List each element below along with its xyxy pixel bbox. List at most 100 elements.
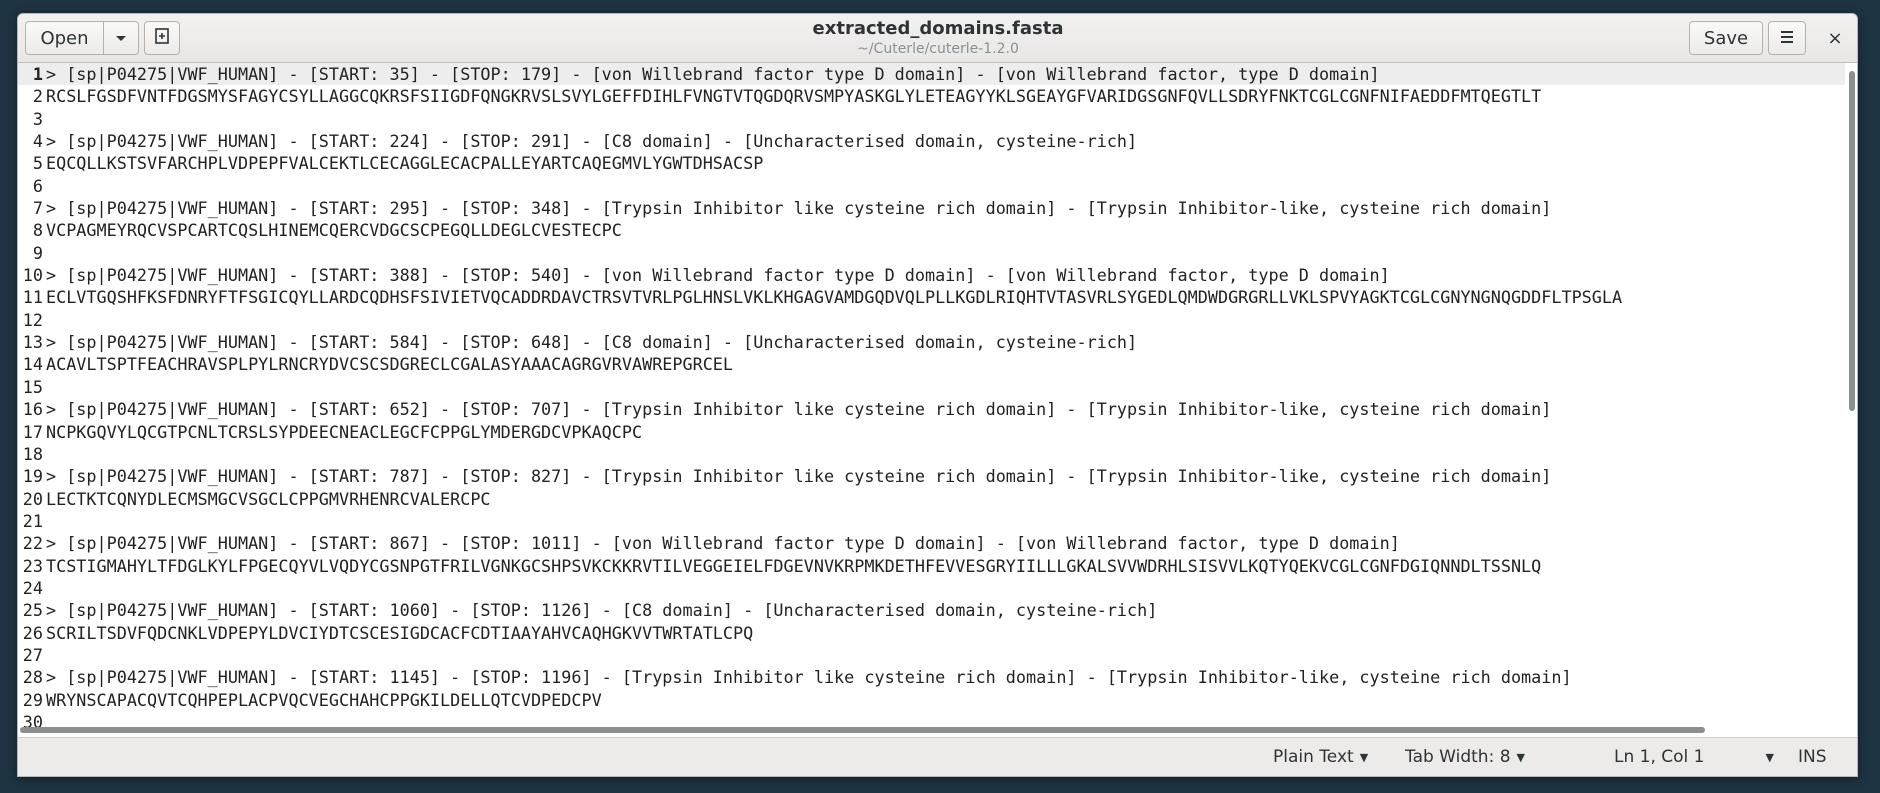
chevron-down-icon: ▼ <box>1516 750 1525 764</box>
line-number: 2 <box>32 86 43 107</box>
close-icon: × <box>1827 27 1843 49</box>
editor-line[interactable]: 27 <box>18 644 1845 666</box>
line-text: NCPKGQVYLQCGTPCNLTCRSLSYPDEECNEACLEGCFCP… <box>46 421 643 442</box>
tab-width-selector[interactable]: Tab Width: 8 ▼ <box>1405 738 1525 776</box>
new-tab-button[interactable] <box>144 21 180 55</box>
main-menu-button[interactable] <box>1768 21 1806 55</box>
editor-line[interactable]: 9 <box>18 242 1845 264</box>
editor-line[interactable]: 28 > [sp|P04275|VWF_HUMAN] - [START: 1145… <box>18 666 1845 688</box>
line-text: ACAVLTSPTFEACHRAVSPLPYLRNCRYDVCSCSDGRECL… <box>46 354 734 375</box>
insert-mode[interactable]: INS <box>1798 738 1827 776</box>
line-text: ECLVTGQSHFKSFDNRYFTFSGICQYLLARDCQDHSFSIV… <box>46 287 1623 308</box>
line-text: SCRILTSDVFQDCNKLVDPEPYLDVCIYDTCSCESIGDCA… <box>46 622 754 643</box>
editor-line[interactable]: 3 <box>18 108 1845 130</box>
line-number: 15 <box>22 376 43 397</box>
vertical-scrollbar[interactable] <box>1849 71 1855 411</box>
editor-line[interactable]: 6 <box>18 175 1845 197</box>
text-editor[interactable]: 1 > [sp|P04275|VWF_HUMAN] - [START: 35] -… <box>18 63 1857 738</box>
editor-line[interactable]: 1 > [sp|P04275|VWF_HUMAN] - [START: 35] -… <box>18 63 1845 86</box>
line-text <box>45 108 1845 130</box>
editor-line[interactable]: 16 > [sp|P04275|VWF_HUMAN] - [START: 652]… <box>18 398 1845 420</box>
line-number: 26 <box>22 622 43 643</box>
line-number: 23 <box>22 555 43 576</box>
line-text <box>45 510 1845 532</box>
line-number: 28 <box>22 667 43 688</box>
new-document-icon <box>153 27 171 50</box>
close-button[interactable]: × <box>1818 21 1852 55</box>
editor-line[interactable]: 22 > [sp|P04275|VWF_HUMAN] - [START: 867]… <box>18 532 1845 554</box>
editor-lines: 1 > [sp|P04275|VWF_HUMAN] - [START: 35] -… <box>18 63 1845 733</box>
line-text <box>45 376 1845 398</box>
line-number: 20 <box>22 488 43 509</box>
open-button-group: Open <box>25 21 139 55</box>
editor-line[interactable]: 23 TCSTIGMAHYLTFDGLKYLFPGECQYVLVQDYCGSNPG… <box>18 555 1845 577</box>
language-label: Plain Text <box>1273 747 1354 767</box>
editor-line[interactable]: 17 NCPKGQVYLQCGTPCNLTCRSLSYPDEECNEACLEGCF… <box>18 421 1845 443</box>
editor-line[interactable]: 10 > [sp|P04275|VWF_HUMAN] - [START: 388]… <box>18 264 1845 286</box>
line-number: 13 <box>22 332 43 353</box>
line-text <box>45 577 1845 599</box>
line-number: 3 <box>32 108 43 129</box>
editor-line[interactable]: 11 ECLVTGQSHFKSFDNRYFTFSGICQYLLARDCQDHSFS… <box>18 286 1845 308</box>
line-text: RCSLFGSDFVNTFDGSMYSFAGYCSYLLAGGCQKRSFSII… <box>46 86 1542 107</box>
line-number: 18 <box>22 443 43 464</box>
open-menu-button[interactable] <box>103 21 139 55</box>
line-number: 14 <box>22 354 43 375</box>
save-button[interactable]: Save <box>1689 21 1763 55</box>
editor-line[interactable]: 5 EQCQLLKSTSVFARCHPLVDPEPFVALCEKTLCECAGGL… <box>18 152 1845 174</box>
editor-line[interactable]: 14 ACAVLTSPTFEACHRAVSPLPYLRNCRYDVCSCSDGRE… <box>18 353 1845 375</box>
line-text <box>45 443 1845 465</box>
line-number: 29 <box>22 689 43 710</box>
editor-line[interactable]: 21 <box>18 510 1845 532</box>
editor-line[interactable]: 18 <box>18 443 1845 465</box>
editor-line[interactable]: 4 > [sp|P04275|VWF_HUMAN] - [START: 224] … <box>18 130 1845 152</box>
window-subtitle: ~/Cuterle/cuterle-1.2.0 <box>857 41 1019 57</box>
line-text: > [sp|P04275|VWF_HUMAN] - [START: 1060] … <box>46 600 1158 621</box>
line-number: 1 <box>32 64 43 84</box>
line-text: > [sp|P04275|VWF_HUMAN] - [START: 1145] … <box>46 667 1572 688</box>
editor-line[interactable]: 29 WRYNSCAPACQVTCQHPEPLACPVQCVEGCHAHCPPGK… <box>18 689 1845 711</box>
chevron-down-icon: ▼ <box>1359 750 1369 764</box>
line-number: 17 <box>22 421 43 442</box>
line-number: 19 <box>22 466 43 487</box>
horizontal-scrollbar[interactable] <box>20 727 1705 733</box>
line-number: 27 <box>22 644 43 665</box>
editor-line[interactable]: 25 > [sp|P04275|VWF_HUMAN] - [START: 1060… <box>18 599 1845 621</box>
line-number: 9 <box>32 242 43 263</box>
line-text <box>45 309 1845 331</box>
editor-line[interactable]: 13 > [sp|P04275|VWF_HUMAN] - [START: 584]… <box>18 331 1845 353</box>
line-number: 21 <box>22 510 43 531</box>
open-button[interactable]: Open <box>25 21 104 55</box>
editor-line[interactable]: 20 LECTKTCQNYDLECMSMGCVSGCLCPPGMVRHENRCVA… <box>18 488 1845 510</box>
line-number: 7 <box>32 198 43 219</box>
status-bar: Plain Text ▼ Tab Width: 8 ▼ Ln 1, Col 1 … <box>18 737 1857 776</box>
window-title: extracted_domains.fasta <box>812 18 1064 39</box>
editor-line[interactable]: 8 VCPAGMEYRQCVSPCARTCQSLHINEMCQERCVDGCSCP… <box>18 219 1845 241</box>
line-text: > [sp|P04275|VWF_HUMAN] - [START: 224] -… <box>46 131 1138 152</box>
cursor-position-selector[interactable]: Ln 1, Col 1 ▼ <box>1614 738 1774 776</box>
line-text: TCSTIGMAHYLTFDGLKYLFPGECQYVLVQDYCGSNPGTF… <box>46 555 1542 576</box>
line-number: 8 <box>32 220 43 241</box>
editor-line[interactable]: 19 > [sp|P04275|VWF_HUMAN] - [START: 787]… <box>18 465 1845 487</box>
header-bar: Open extracted_domains.fasta ~/Cuterle/c… <box>18 14 1857 63</box>
language-selector[interactable]: Plain Text ▼ <box>1273 738 1368 776</box>
editor-line[interactable]: 15 <box>18 376 1845 398</box>
editor-line[interactable]: 2 RCSLFGSDFVNTFDGSMYSFAGYCSYLLAGGCQKRSFSI… <box>18 85 1845 107</box>
line-number: 6 <box>32 175 43 196</box>
editor-line[interactable]: 7 > [sp|P04275|VWF_HUMAN] - [START: 295] … <box>18 197 1845 219</box>
line-text <box>45 644 1845 666</box>
line-number: 5 <box>32 153 43 174</box>
line-text: LECTKTCQNYDLECMSMGCVSGCLCPPGMVRHENRCVALE… <box>46 488 491 509</box>
editor-line[interactable]: 12 <box>18 309 1845 331</box>
line-number: 10 <box>22 265 43 286</box>
editor-line[interactable]: 24 <box>18 577 1845 599</box>
line-number: 11 <box>22 287 43 308</box>
editor-window: Open extracted_domains.fasta ~/Cuterle/c… <box>17 13 1858 777</box>
line-text: VCPAGMEYRQCVSPCARTCQSLHINEMCQERCVDGCSCPE… <box>46 220 622 241</box>
line-text: > [sp|P04275|VWF_HUMAN] - [START: 652] -… <box>46 399 1552 420</box>
line-number: 25 <box>22 600 43 621</box>
tab-width-label: Tab Width: 8 <box>1405 747 1511 767</box>
chevron-down-icon <box>114 28 128 49</box>
line-number: 24 <box>22 577 43 598</box>
editor-line[interactable]: 26 SCRILTSDVFQDCNKLVDPEPYLDVCIYDTCSCESIGD… <box>18 622 1845 644</box>
